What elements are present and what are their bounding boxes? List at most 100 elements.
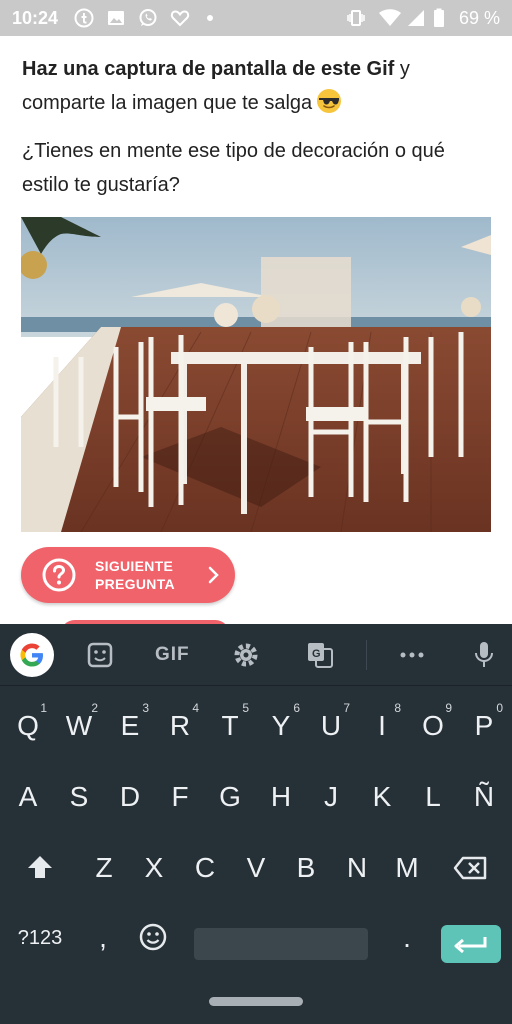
key-row-1: Q1 W2 E3 R4 T5 Y6 U7 I8 O9 P0 (0, 696, 512, 756)
next-question-line2: PREGUNTA (95, 576, 175, 592)
space-key[interactable] (194, 928, 368, 960)
key-q[interactable]: Q1 (3, 696, 53, 756)
key-o[interactable]: O9 (408, 696, 458, 756)
terrace-photo (21, 217, 491, 532)
backspace-key[interactable] (446, 838, 496, 898)
whatsapp-icon (139, 9, 157, 26)
home-gesture-pill[interactable] (209, 997, 303, 1006)
key-x[interactable]: X (129, 838, 179, 898)
key-a[interactable]: A (3, 767, 53, 827)
shift-key[interactable] (15, 838, 65, 898)
svg-text:G: G (312, 648, 321, 660)
key-h[interactable]: H (256, 767, 306, 827)
post-paragraph-2: ¿Tienes en mente ese tipo de decoración … (22, 134, 492, 202)
key-hint: 3 (142, 701, 149, 715)
key-e[interactable]: E3 (105, 696, 155, 756)
key-label: Q (17, 710, 39, 741)
key-t[interactable]: T5 (205, 696, 255, 756)
key-i[interactable]: I8 (357, 696, 407, 756)
shift-icon (28, 856, 52, 878)
post-question-text: ¿Tienes en mente ese tipo de decoración … (22, 140, 445, 196)
key-p[interactable]: P0 (459, 696, 509, 756)
google-button[interactable] (10, 633, 54, 677)
key-label: E (120, 710, 140, 741)
keyboard: GIF G Q1 W2 E3 R4 T5 Y6 U7 I8 O9 P0 A S … (0, 624, 512, 980)
translate-icon[interactable]: G (306, 638, 334, 672)
post-paragraph-1: Haz una captura de pantalla de este Gif … (22, 52, 492, 120)
mic-icon[interactable] (472, 638, 496, 672)
key-label: R (169, 710, 191, 741)
navigation-bar (0, 980, 512, 1024)
status-time: 10:24 (12, 8, 59, 28)
sunglasses-emoji-icon (317, 89, 342, 113)
tumblr-icon (74, 8, 94, 28)
status-bar: 10:24 69 % (0, 0, 512, 36)
symbols-key[interactable]: ?123 (10, 908, 70, 968)
key-label: P (474, 710, 494, 741)
key-m[interactable]: M (382, 838, 432, 898)
key-row-3: Z X C V B N M (0, 838, 512, 898)
key-hint: 1 (40, 701, 47, 715)
toolbar-divider (366, 640, 367, 670)
backspace-icon (453, 856, 487, 880)
key-d[interactable]: D (105, 767, 155, 827)
key-r[interactable]: R4 (155, 696, 205, 756)
wifi-icon (379, 9, 401, 26)
key-row-4: ?123 , . (0, 908, 512, 968)
comma-key[interactable]: , (78, 908, 128, 968)
key-hint: 0 (496, 701, 503, 715)
settings-icon[interactable] (232, 638, 260, 672)
gif-button[interactable]: GIF (155, 638, 190, 672)
key-hint: 2 (91, 701, 98, 715)
key-k[interactable]: K (357, 767, 407, 827)
next-question-line1: SIGUIENTE (95, 558, 174, 574)
key-l[interactable]: L (408, 767, 458, 827)
battery-percent: 69 % (458, 8, 500, 28)
key-row-2: A S D F G H J K L Ñ (0, 767, 512, 827)
key-hint: 4 (192, 701, 199, 715)
key-w[interactable]: W2 (54, 696, 104, 756)
question-circle-icon (42, 558, 76, 592)
key-g[interactable]: G (205, 767, 255, 827)
google-icon (20, 643, 43, 667)
key-c[interactable]: C (180, 838, 230, 898)
key-label: T (221, 710, 239, 741)
key-z[interactable]: Z (79, 838, 129, 898)
emoji-key[interactable] (128, 908, 178, 968)
vibrate-icon (347, 10, 365, 26)
key-hint: 7 (343, 701, 350, 715)
key-f[interactable]: F (155, 767, 205, 827)
enter-key[interactable] (441, 925, 501, 963)
more-icon[interactable] (398, 638, 426, 672)
key-label: O (422, 710, 444, 741)
key-v[interactable]: V (231, 838, 281, 898)
post-bold-text: Haz una captura de pantalla de este Gif (22, 58, 395, 80)
key-u[interactable]: U7 (306, 696, 356, 756)
key-s[interactable]: S (54, 767, 104, 827)
key-hint: 5 (242, 701, 249, 715)
key-label: W (65, 710, 93, 741)
sticker-icon[interactable] (86, 638, 114, 672)
enter-arrow-icon (454, 937, 487, 954)
chevron-right-icon (208, 566, 219, 584)
period-key[interactable]: . (382, 908, 432, 968)
next-question-button[interactable]: SIGUIENTE PREGUNTA (21, 547, 235, 603)
key-hint: 9 (445, 701, 452, 715)
key-hint: 6 (293, 701, 300, 715)
key-n-tilde[interactable]: Ñ (459, 767, 509, 827)
smiley-icon (139, 923, 167, 951)
battery-icon (434, 8, 444, 27)
key-label: Y (271, 710, 291, 741)
key-label: I (378, 710, 386, 741)
heart-app-icon (170, 10, 190, 27)
image-icon (108, 11, 124, 25)
key-n[interactable]: N (332, 838, 382, 898)
key-b[interactable]: B (281, 838, 331, 898)
key-y[interactable]: Y6 (256, 696, 306, 756)
key-j[interactable]: J (306, 767, 356, 827)
key-hint: 8 (394, 701, 401, 715)
dot-icon (207, 15, 213, 21)
keyboard-toolbar: GIF G (0, 624, 512, 686)
post-content: Haz una captura de pantalla de este Gif … (0, 36, 512, 624)
next-question-label: SIGUIENTE PREGUNTA (95, 557, 195, 593)
